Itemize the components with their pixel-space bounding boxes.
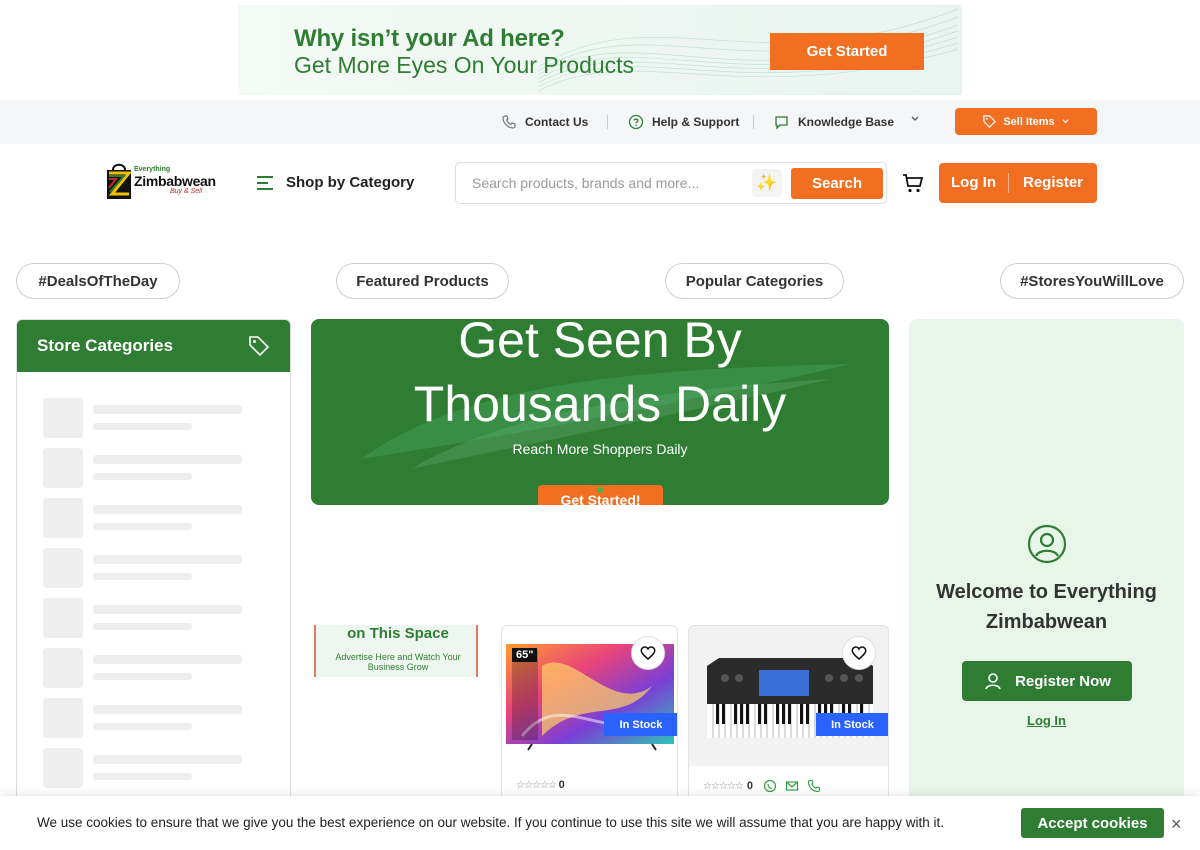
tag-icon	[983, 115, 997, 128]
email-icon[interactable]	[785, 779, 799, 793]
hero-title-line2: Thousands Daily	[413, 376, 787, 432]
rating-count: 0	[746, 780, 753, 792]
sell-items-label: Sell Items	[1003, 115, 1055, 128]
small-ad-space[interactable]: on This Space Advertise Here and Watch Y…	[314, 625, 478, 677]
cart-icon[interactable]	[902, 172, 924, 194]
search-bar: ✨ Search	[455, 162, 887, 204]
rating-count: 0	[558, 779, 565, 791]
wishlist-heart-button[interactable]	[631, 636, 665, 670]
hero-title-line1: Get Seen By	[458, 319, 742, 368]
stars-icon: ☆☆☆☆☆	[516, 780, 557, 791]
product-rating: ☆☆☆☆☆ 0	[516, 779, 565, 791]
wishlist-heart-button[interactable]	[842, 636, 876, 670]
store-categories-header: Store Categories	[17, 320, 290, 372]
hero-subtitle: Reach More Shoppers Daily	[512, 441, 688, 457]
category-skeleton-item	[43, 498, 243, 538]
whatsapp-icon[interactable]	[763, 779, 777, 793]
carousel-dot[interactable]	[597, 487, 603, 493]
help-support-label: Help & Support	[652, 115, 740, 129]
hero-banner[interactable]: Get Seen By Thousands Daily Reach More S…	[311, 319, 889, 505]
welcome-title: Welcome to Everything Zimbabwean	[936, 581, 1157, 633]
search-button[interactable]: Search	[791, 168, 883, 199]
product-rating: ☆☆☆☆☆ 0	[703, 779, 821, 793]
heart-icon	[851, 646, 867, 660]
category-skeleton-item	[43, 648, 243, 688]
product-card[interactable]: 65" In Stock ☆☆☆☆☆ 0	[501, 625, 678, 815]
heart-icon	[640, 646, 656, 660]
tag-icon	[249, 336, 270, 357]
help-icon	[628, 114, 644, 130]
product-card[interactable]: In Stock ☆☆☆☆☆ 0	[688, 625, 889, 815]
category-skeleton-item	[43, 448, 243, 488]
shop-by-category-label: Shop by Category	[286, 174, 415, 191]
site-logo[interactable]: Everything Zimbabwean Buy & Sell	[104, 160, 224, 202]
tv-size-label: 65"	[512, 648, 538, 662]
small-ad-title: on This Space	[347, 625, 449, 642]
register-now-label: Register Now	[1015, 672, 1111, 690]
auth-buttons: Log In Register	[939, 163, 1097, 203]
chevron-down-icon	[1062, 119, 1069, 124]
category-skeleton-item	[43, 698, 243, 738]
pill-deals-of-the-day[interactable]: #DealsOfTheDay	[16, 263, 180, 299]
category-skeleton-item	[43, 598, 243, 638]
in-stock-badge: In Stock	[816, 713, 888, 736]
welcome-panel: Welcome to Everything Zimbabwean Registe…	[909, 319, 1184, 850]
login-button[interactable]: Log In	[951, 174, 996, 191]
close-icon[interactable]: ×	[1171, 814, 1182, 835]
cookie-message: We use cookies to ensure that we give yo…	[37, 815, 944, 830]
phone-icon	[502, 115, 516, 129]
register-button[interactable]: Register	[1023, 174, 1083, 191]
sell-items-button[interactable]: Sell Items	[955, 108, 1097, 135]
divider	[753, 115, 754, 129]
register-now-button[interactable]: Register Now	[962, 661, 1132, 701]
logo-tagline: Buy & Sell	[170, 188, 203, 195]
user-icon	[985, 673, 1001, 690]
accept-cookies-button[interactable]: Accept cookies	[1021, 808, 1164, 838]
ad-get-started-button[interactable]: Get Started	[770, 33, 924, 70]
menu-icon	[257, 175, 273, 190]
in-stock-badge: In Stock	[604, 713, 677, 736]
pill-stores-you-will-love[interactable]: #StoresYouWillLove	[1000, 263, 1184, 299]
ad-subline: Get More Eyes On Your Products	[294, 52, 635, 78]
chat-icon	[775, 116, 788, 130]
store-categories-title: Store Categories	[37, 336, 174, 355]
phone-icon[interactable]	[807, 779, 821, 793]
shopping-bag-logo-icon	[107, 163, 133, 199]
stars-icon: ☆☆☆☆☆	[703, 780, 744, 792]
category-skeleton-item	[43, 398, 243, 438]
ad-headline: Why isn’t your Ad here?	[294, 25, 565, 52]
small-ad-subtitle: Advertise Here and Watch Your Business G…	[335, 652, 461, 672]
knowledge-base-label: Knowledge Base	[798, 115, 895, 129]
category-skeleton-item	[43, 748, 243, 788]
pill-featured-products[interactable]: Featured Products	[336, 263, 509, 299]
shop-by-category-button[interactable]: Shop by Category	[256, 174, 414, 191]
logo-text: Zimbabwean	[134, 173, 216, 189]
welcome-login-link[interactable]: Log In	[909, 713, 1184, 728]
help-support-link[interactable]: Help & Support	[628, 114, 739, 130]
contact-us-link[interactable]: Contact Us	[501, 114, 588, 130]
logo-small-text: Everything	[134, 166, 171, 173]
chevron-down-icon	[911, 116, 919, 121]
contact-us-label: Contact Us	[525, 115, 589, 129]
store-categories-panel: Store Categories	[16, 319, 291, 850]
knowledge-base-link[interactable]: Knowledge Base	[774, 114, 920, 130]
cookie-banner: We use cookies to ensure that we give yo…	[0, 796, 1200, 850]
category-skeleton-item	[43, 548, 243, 588]
ai-sparkle-icon[interactable]: ✨	[752, 169, 782, 197]
top-ad-banner[interactable]: Why isn’t your Ad here? Get More Eyes On…	[238, 5, 962, 95]
user-circle-icon	[1027, 524, 1067, 564]
search-input[interactable]	[462, 169, 747, 197]
divider	[607, 115, 608, 129]
divider	[1008, 173, 1009, 193]
pill-popular-categories[interactable]: Popular Categories	[665, 263, 844, 299]
